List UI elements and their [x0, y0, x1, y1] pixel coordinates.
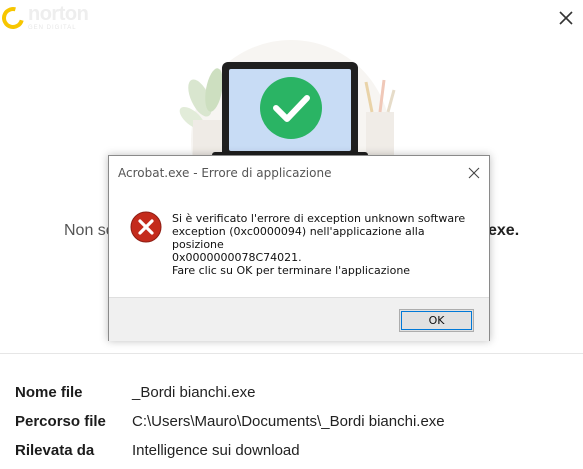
- detail-value: C:\Users\Mauro\Documents\_Bordi bianchi.…: [132, 413, 445, 430]
- dialog-message-line: exception (0xc0000094) nell'applicazione…: [172, 225, 425, 251]
- success-check-icon: [260, 77, 322, 139]
- detail-label: Nome file: [15, 384, 83, 401]
- detail-value: Intelligence sui download: [132, 442, 300, 459]
- laptop-check-illustration: [179, 40, 396, 170]
- detail-row-detected-by: Rilevata da Intelligence sui download: [15, 436, 445, 465]
- detail-label: Rilevata da: [15, 442, 95, 459]
- status-message-end: exe.: [488, 222, 520, 239]
- ok-button[interactable]: OK: [399, 309, 474, 332]
- detail-row-file-path: Percorso file C:\Users\Mauro\Documents\_…: [15, 407, 445, 436]
- error-icon: [130, 211, 162, 243]
- detail-value: _Bordi bianchi.exe: [132, 384, 256, 401]
- detail-label: Percorso file: [15, 413, 106, 430]
- dialog-message: Si è verificato l'errore di exception un…: [172, 212, 472, 264]
- file-details: Nome file _Bordi bianchi.exe Percorso fi…: [15, 378, 445, 465]
- detail-row-file-name: Nome file _Bordi bianchi.exe: [15, 378, 445, 407]
- dialog-message-line: Si è verificato l'errore di exception un…: [172, 212, 466, 225]
- dialog-instruction: Fare clic su OK per terminare l'applicaz…: [172, 264, 411, 277]
- dialog-close-icon[interactable]: [467, 166, 481, 180]
- dialog-title: Acrobat.exe - Errore di applicazione: [118, 166, 332, 180]
- dialog-footer: OK: [109, 297, 489, 341]
- divider: [0, 353, 583, 354]
- dialog-message-line: 0x0000000078C74021.: [172, 251, 302, 264]
- application-error-dialog: Acrobat.exe - Errore di applicazione Si …: [108, 155, 490, 341]
